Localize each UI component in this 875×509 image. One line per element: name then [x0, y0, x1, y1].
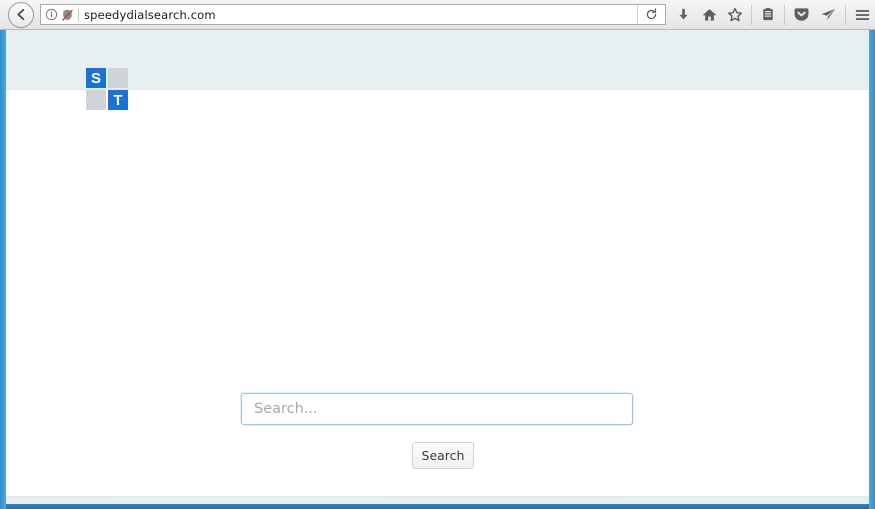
bookmark-star-icon: [727, 7, 743, 21]
downloads-icon: [678, 8, 688, 20]
toolbar-divider: [751, 4, 752, 25]
logo-cell-blank-bottom-left: [86, 90, 106, 110]
site-header: [6, 30, 869, 90]
pocket-icon: [794, 8, 809, 21]
home-button[interactable]: [696, 1, 722, 29]
site-logo[interactable]: S T: [86, 68, 130, 112]
toolbar-divider: [845, 4, 846, 25]
pocket-button[interactable]: [788, 1, 815, 29]
logo-cell-t: T: [108, 90, 128, 110]
urlbar-divider: [78, 7, 79, 22]
footer-bottom-bar: [6, 504, 869, 509]
url-text[interactable]: speedydialsearch.com: [84, 8, 637, 22]
downloads-button[interactable]: [670, 1, 696, 29]
back-arrow-icon: [16, 8, 24, 21]
menu-button[interactable]: [849, 1, 875, 29]
identity-box[interactable]: [41, 8, 74, 22]
back-button[interactable]: [8, 1, 34, 28]
send-tab-button[interactable]: [815, 1, 842, 29]
search-input[interactable]: [241, 393, 633, 425]
logo-cell-blank-top-right: [108, 68, 128, 88]
home-icon: [702, 8, 716, 21]
browser-window: speedydialsearch.com S T Search... Searc…: [0, 0, 875, 509]
bookmark-button[interactable]: [722, 1, 748, 29]
shield-disabled-icon[interactable]: [61, 8, 74, 22]
menu-hamburger-icon: [855, 9, 869, 20]
toolbar-divider: [784, 4, 785, 25]
page-left-edge-stripe: [0, 30, 6, 509]
logo-cell-s: S: [86, 68, 106, 88]
page-right-edge-stripe: [869, 30, 875, 509]
web-page: S T Search Home-Privacy Policy-Terms Of …: [0, 30, 875, 509]
send-tab-icon: [821, 8, 836, 20]
library-icon: [763, 8, 773, 21]
library-button[interactable]: [755, 1, 781, 29]
page-content: Search: [6, 90, 869, 496]
url-bar[interactable]: speedydialsearch.com: [40, 4, 666, 25]
toolbar-buttons: [670, 0, 875, 29]
browser-toolbar: speedydialsearch.com: [0, 0, 875, 30]
reload-icon: [646, 8, 656, 20]
search-button[interactable]: Search: [412, 442, 474, 469]
reload-button[interactable]: [637, 5, 664, 24]
info-icon[interactable]: [45, 8, 58, 21]
